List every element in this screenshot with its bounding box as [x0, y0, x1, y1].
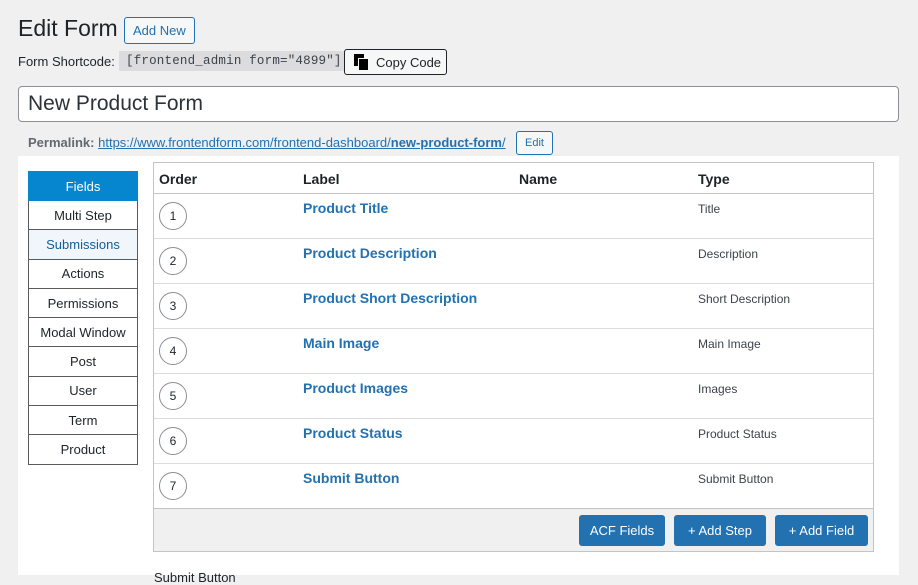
field-label[interactable]: Submit Button — [303, 470, 399, 486]
column-header-name: Name — [519, 171, 558, 187]
permalink: Permalink: https://www.frontendform.com/… — [28, 135, 506, 150]
field-label[interactable]: Main Image — [303, 335, 379, 351]
form-title-input[interactable]: New Product Form — [18, 86, 899, 122]
tab-product[interactable]: Product — [28, 435, 138, 465]
tab-fields[interactable]: Fields — [28, 171, 138, 201]
field-type: Title — [698, 202, 721, 216]
order-badge[interactable]: 5 — [159, 382, 187, 410]
order-badge[interactable]: 1 — [159, 202, 187, 230]
tab-modal-window[interactable]: Modal Window — [28, 318, 138, 348]
field-label[interactable]: Product Title — [303, 200, 388, 216]
order-badge[interactable]: 4 — [159, 337, 187, 365]
table-row[interactable]: 7 Submit Button Submit Button — [154, 464, 873, 509]
table-row[interactable]: 4 Main Image Main Image — [154, 329, 873, 374]
order-badge[interactable]: 3 — [159, 292, 187, 320]
column-header-type: Type — [698, 171, 730, 187]
copy-code-label: Copy Code — [376, 54, 442, 70]
page-title: Edit Form — [18, 15, 118, 41]
field-label[interactable]: Product Short Description — [303, 290, 477, 306]
permalink-base: https://www.frontendform.com/frontend-da… — [98, 135, 391, 150]
copy-icon — [354, 54, 368, 70]
order-badge[interactable]: 6 — [159, 427, 187, 455]
permalink-label: Permalink: — [28, 135, 95, 150]
tab-user[interactable]: User — [28, 376, 138, 407]
copy-code-button[interactable]: Copy Code — [344, 49, 447, 75]
field-label[interactable]: Product Description — [303, 245, 437, 261]
tab-post[interactable]: Post — [28, 347, 138, 377]
table-row[interactable]: 1 Product Title Title — [154, 194, 873, 239]
order-badge[interactable]: 2 — [159, 247, 187, 275]
order-badge[interactable]: 7 — [159, 472, 187, 500]
tab-submissions[interactable]: Submissions — [28, 230, 138, 260]
field-label[interactable]: Product Images — [303, 380, 408, 396]
settings-tabs: Fields Multi Step Submissions Actions Pe… — [28, 171, 138, 465]
add-step-button[interactable]: + Add Step — [674, 515, 766, 546]
field-type: Product Status — [698, 427, 777, 441]
table-footer: ACF Fields + Add Step + Add Field — [154, 508, 873, 551]
edit-permalink-button[interactable]: Edit — [516, 131, 553, 155]
fields-table: Order Label Name Type 1 Product Title Ti… — [153, 162, 874, 552]
table-row[interactable]: 6 Product Status Product Status — [154, 419, 873, 464]
add-field-button[interactable]: + Add Field — [775, 515, 868, 546]
shortcode-value: [frontend_admin form="4899"] — [119, 51, 349, 71]
acf-fields-button[interactable]: ACF Fields — [579, 515, 665, 546]
tab-term[interactable]: Term — [28, 406, 138, 436]
tab-actions[interactable]: Actions — [28, 259, 138, 289]
field-type: Short Description — [698, 292, 791, 306]
table-header: Order Label Name Type — [154, 163, 873, 194]
field-label[interactable]: Product Status — [303, 425, 403, 441]
tab-multi-step[interactable]: Multi Step — [28, 201, 138, 231]
settings-panel: Fields Multi Step Submissions Actions Pe… — [18, 156, 899, 575]
add-new-button[interactable]: Add New — [124, 17, 195, 44]
tab-permissions[interactable]: Permissions — [28, 288, 138, 319]
column-header-order: Order — [159, 171, 198, 187]
field-type: Images — [698, 382, 738, 396]
permalink-slug: new-product-form — [390, 135, 502, 150]
shortcode-label: Form Shortcode: — [18, 54, 115, 69]
column-header-label: Label — [303, 171, 340, 187]
permalink-trailing: / — [501, 135, 506, 150]
below-table-text: Submit Button — [154, 570, 236, 585]
table-row[interactable]: 3 Product Short Description Short Descri… — [154, 284, 873, 329]
table-row[interactable]: 5 Product Images Images — [154, 374, 873, 419]
field-type: Main Image — [698, 337, 761, 351]
permalink-link[interactable]: https://www.frontendform.com/frontend-da… — [98, 135, 506, 150]
field-type: Submit Button — [698, 472, 774, 486]
field-type: Description — [698, 247, 759, 261]
table-row[interactable]: 2 Product Description Description — [154, 239, 873, 284]
